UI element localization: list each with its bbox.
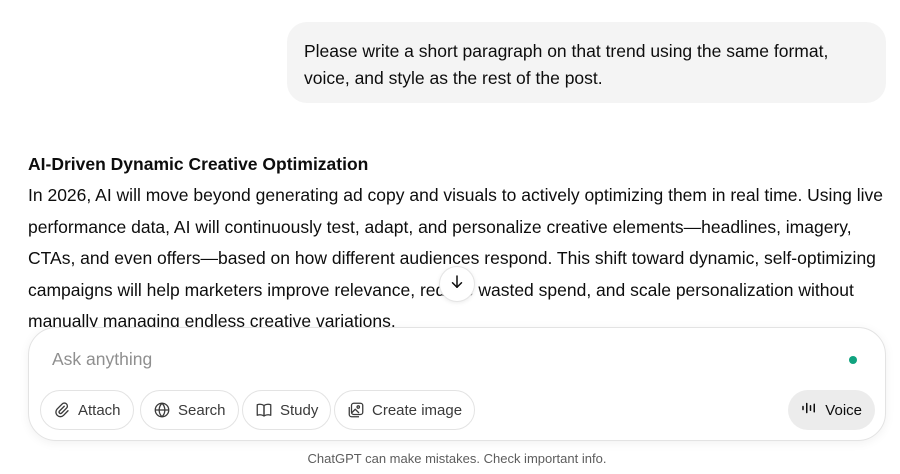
status-dot bbox=[849, 356, 857, 364]
chat-input[interactable]: Ask anything bbox=[52, 349, 152, 370]
attach-label: Attach bbox=[78, 401, 121, 419]
study-label: Study bbox=[280, 401, 319, 419]
user-message-text: Please write a short paragraph on that t… bbox=[304, 41, 829, 88]
globe-icon bbox=[153, 401, 171, 419]
search-button[interactable]: Search bbox=[140, 390, 239, 430]
disclaimer: ChatGPT can make mistakes. Check importa… bbox=[307, 451, 607, 466]
search-label: Search bbox=[178, 401, 226, 419]
voice-label: Voice bbox=[825, 401, 862, 419]
assistant-paragraph: In 2026, AI will move beyond generating … bbox=[28, 185, 884, 328]
image-icon bbox=[347, 401, 365, 419]
scroll-to-bottom-button[interactable] bbox=[439, 266, 475, 302]
book-icon bbox=[255, 401, 273, 419]
composer: Ask anything Attach Search Study Create … bbox=[28, 327, 886, 441]
study-button[interactable]: Study bbox=[242, 390, 332, 430]
paperclip-icon bbox=[53, 401, 71, 419]
assistant-heading: AI-Driven Dynamic Creative Optimization bbox=[28, 154, 369, 174]
user-message-bubble: Please write a short paragraph on that t… bbox=[287, 22, 886, 103]
arrow-down-icon bbox=[448, 273, 466, 296]
voice-button[interactable]: Voice bbox=[788, 390, 875, 430]
create-image-label: Create image bbox=[372, 401, 463, 419]
waveform-icon bbox=[800, 399, 818, 421]
create-image-button[interactable]: Create image bbox=[334, 390, 476, 430]
attach-button[interactable]: Attach bbox=[40, 390, 134, 430]
